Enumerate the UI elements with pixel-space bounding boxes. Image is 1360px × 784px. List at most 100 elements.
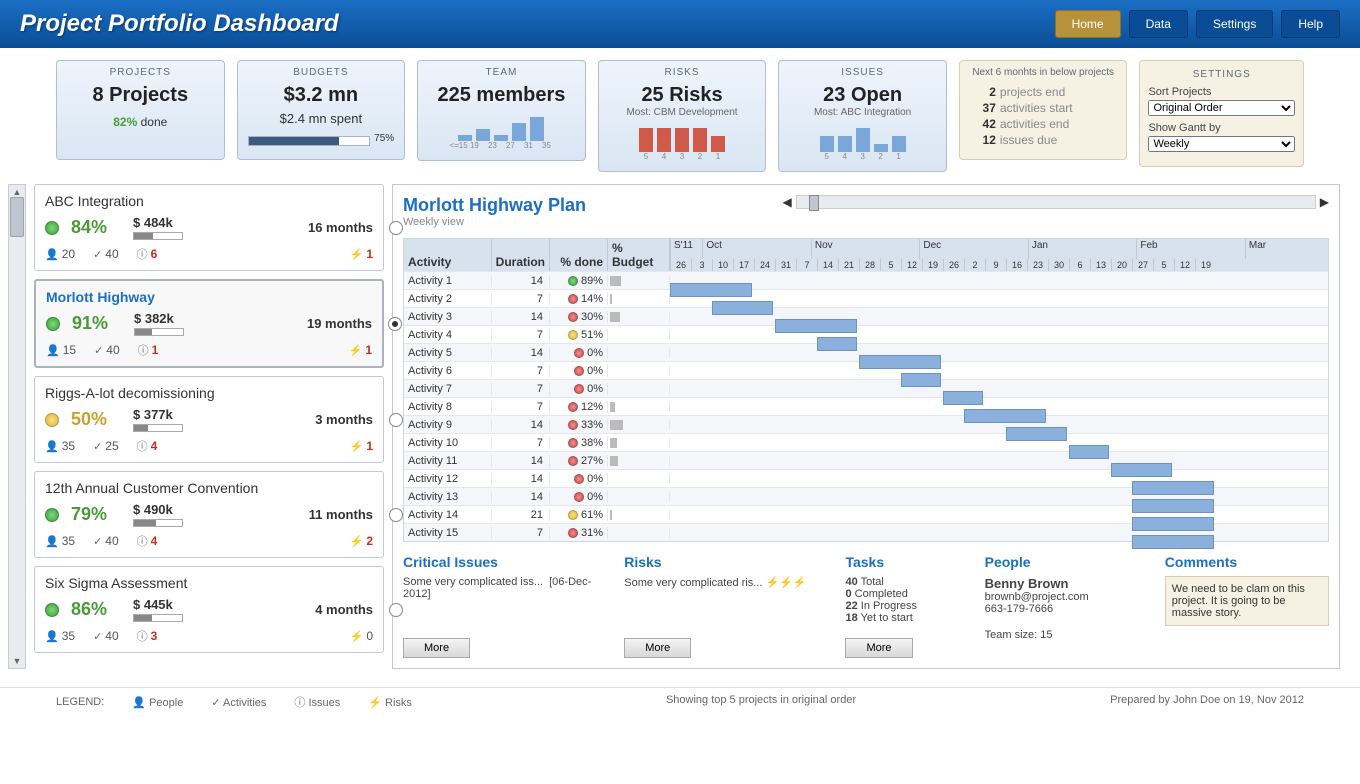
project-card[interactable]: Morlott Highway91%$ 382k19 months👤15✓40ⓘ… bbox=[34, 279, 384, 368]
slider-left-icon[interactable]: ◀ bbox=[783, 195, 792, 209]
people-icon: 👤 bbox=[46, 345, 60, 357]
project-pct: 86% bbox=[71, 599, 121, 620]
info-icon: ⓘ bbox=[137, 441, 148, 453]
nav-home[interactable]: Home bbox=[1055, 10, 1121, 38]
panel-tasks: Tasks 40 Total 0 Completed 22 In Progres… bbox=[845, 554, 968, 658]
budgets-value: $3.2 mn bbox=[248, 84, 395, 107]
project-radio[interactable] bbox=[389, 221, 403, 235]
gantt-chart: Activity Duration % done % Budget S'11Oc… bbox=[403, 238, 1329, 542]
status-dot-icon bbox=[568, 402, 578, 412]
project-name: Morlott Highway bbox=[46, 289, 372, 305]
risks-more-button[interactable]: More bbox=[624, 638, 691, 658]
project-name: Six Sigma Assessment bbox=[45, 575, 373, 591]
info-icon: ⓘ bbox=[137, 536, 148, 548]
app-title: Project Portfolio Dashboard bbox=[20, 10, 339, 38]
project-radio[interactable] bbox=[388, 317, 402, 331]
project-duration: 19 months bbox=[307, 316, 372, 331]
check-icon: ✓ bbox=[93, 536, 102, 548]
people-icon: 👤 bbox=[45, 441, 59, 453]
panel-comments: Comments We need to be clam on this proj… bbox=[1165, 554, 1329, 658]
card-forecast: Next 6 monhts in below projects 2project… bbox=[959, 60, 1128, 160]
project-card[interactable]: Riggs-A-lot decomissioning50%$ 377k3 mon… bbox=[34, 376, 384, 463]
gantt-row: Activity 31430% bbox=[404, 307, 1328, 325]
scroll-down-icon[interactable]: ▼ bbox=[9, 654, 25, 668]
issues-icon: ⓘ bbox=[294, 697, 305, 709]
project-pct: 50% bbox=[71, 409, 121, 430]
status-dot-icon bbox=[568, 528, 578, 538]
panel-people: People Benny Brown brownb@project.com 66… bbox=[985, 554, 1149, 658]
status-dot-icon bbox=[45, 413, 59, 427]
project-pct: 79% bbox=[71, 504, 121, 525]
risk-icon: ⚡ bbox=[350, 536, 364, 548]
risks-icon: ⚡ bbox=[368, 697, 382, 709]
risk-icon: ⚡ bbox=[350, 631, 364, 643]
panel-critical-issues: Critical Issues Some very complicated is… bbox=[403, 554, 608, 658]
status-dot-icon bbox=[568, 510, 578, 520]
nav-data[interactable]: Data bbox=[1129, 10, 1188, 38]
project-radio[interactable] bbox=[389, 508, 403, 522]
card-team[interactable]: TEAM 225 members <=151923273135 bbox=[417, 60, 586, 161]
status-dot-icon bbox=[568, 276, 578, 286]
risk-icon: ⚡ bbox=[350, 249, 364, 261]
project-budget: $ 490k bbox=[133, 502, 183, 517]
nav-help[interactable]: Help bbox=[1281, 10, 1340, 38]
project-duration: 4 months bbox=[315, 602, 373, 617]
project-card[interactable]: 12th Annual Customer Convention 79% $ 490k… bbox=[34, 471, 384, 558]
team-value: 225 members bbox=[428, 84, 575, 107]
detail-subtitle: Weekly view bbox=[403, 216, 586, 228]
info-icon: ⓘ bbox=[138, 345, 149, 357]
project-budget: $ 445k bbox=[133, 597, 183, 612]
project-budget: $ 382k bbox=[134, 311, 184, 326]
nav-settings[interactable]: Settings bbox=[1196, 10, 1273, 38]
gantt-row: Activity 91433% bbox=[404, 415, 1328, 433]
status-dot-icon bbox=[568, 438, 578, 448]
status-dot-icon bbox=[574, 492, 584, 502]
risks-value: 25 Risks bbox=[609, 84, 756, 107]
risk-icon: ⚡ bbox=[350, 441, 364, 453]
gantt-row: Activity 10738% bbox=[404, 433, 1328, 451]
status-dot-icon bbox=[46, 317, 60, 331]
scroll-thumb[interactable] bbox=[10, 197, 24, 237]
status-dot-icon bbox=[574, 366, 584, 376]
tasks-more-button[interactable]: More bbox=[845, 638, 912, 658]
check-icon: ✓ bbox=[94, 345, 103, 357]
project-name: Riggs-A-lot decomissioning bbox=[45, 385, 373, 401]
status-dot-icon bbox=[45, 221, 59, 235]
project-card[interactable]: Six Sigma Assessment86%$ 445k4 months👤35… bbox=[34, 566, 384, 653]
project-name: 12th Annual Customer Convention bbox=[45, 480, 373, 496]
gantt-select[interactable]: Weekly bbox=[1148, 136, 1295, 152]
gantt-slider[interactable] bbox=[796, 195, 1316, 209]
status-dot-icon bbox=[568, 312, 578, 322]
issues-more-button[interactable]: More bbox=[403, 638, 470, 658]
projects-pct: 82% bbox=[113, 115, 137, 129]
gantt-row: Activity 4751% bbox=[404, 325, 1328, 343]
card-projects[interactable]: PROJECTS 8 Projects 82% done bbox=[56, 60, 225, 160]
card-budgets[interactable]: BUDGETS $3.2 mn $2.4 mn spent 75% bbox=[237, 60, 406, 160]
project-duration: 11 months bbox=[309, 507, 373, 522]
legend: LEGEND: 👤 People ✓ Activities ⓘ Issues ⚡… bbox=[56, 694, 412, 710]
check-icon: ✓ bbox=[93, 249, 102, 261]
footer-right: Prepared by John Doe on 19, Nov 2012 bbox=[1110, 694, 1304, 710]
slider-right-icon[interactable]: ▶ bbox=[1320, 195, 1329, 209]
project-radio[interactable] bbox=[389, 603, 403, 617]
issues-value: 23 Open bbox=[789, 84, 936, 107]
info-icon: ⓘ bbox=[137, 249, 148, 261]
card-risks[interactable]: RISKS 25 Risks Most: CBM Development 543… bbox=[598, 60, 767, 172]
status-dot-icon bbox=[568, 294, 578, 304]
project-pct: 84% bbox=[71, 217, 121, 238]
project-radio[interactable] bbox=[389, 413, 403, 427]
card-issues[interactable]: ISSUES 23 Open Most: ABC Integration 543… bbox=[778, 60, 947, 172]
footer-center: Showing top 5 projects in original order bbox=[666, 694, 856, 710]
risk-icon: ⚡ bbox=[349, 345, 363, 357]
scrollbar-left[interactable]: ▲ ▼ bbox=[8, 184, 26, 669]
status-dot-icon bbox=[568, 420, 578, 430]
status-dot-icon bbox=[574, 384, 584, 394]
card-label: PROJECTS bbox=[67, 67, 214, 78]
gantt-row: Activity 11489% bbox=[404, 271, 1328, 289]
gantt-row: Activity 2714% bbox=[404, 289, 1328, 307]
check-icon: ✓ bbox=[93, 441, 102, 453]
sort-select[interactable]: Original Order bbox=[1148, 100, 1295, 116]
project-card[interactable]: ABC Integration84%$ 484k16 months👤20✓40ⓘ… bbox=[34, 184, 384, 271]
gantt-row: Activity 770% bbox=[404, 379, 1328, 397]
gantt-row: Activity 12140% bbox=[404, 469, 1328, 487]
